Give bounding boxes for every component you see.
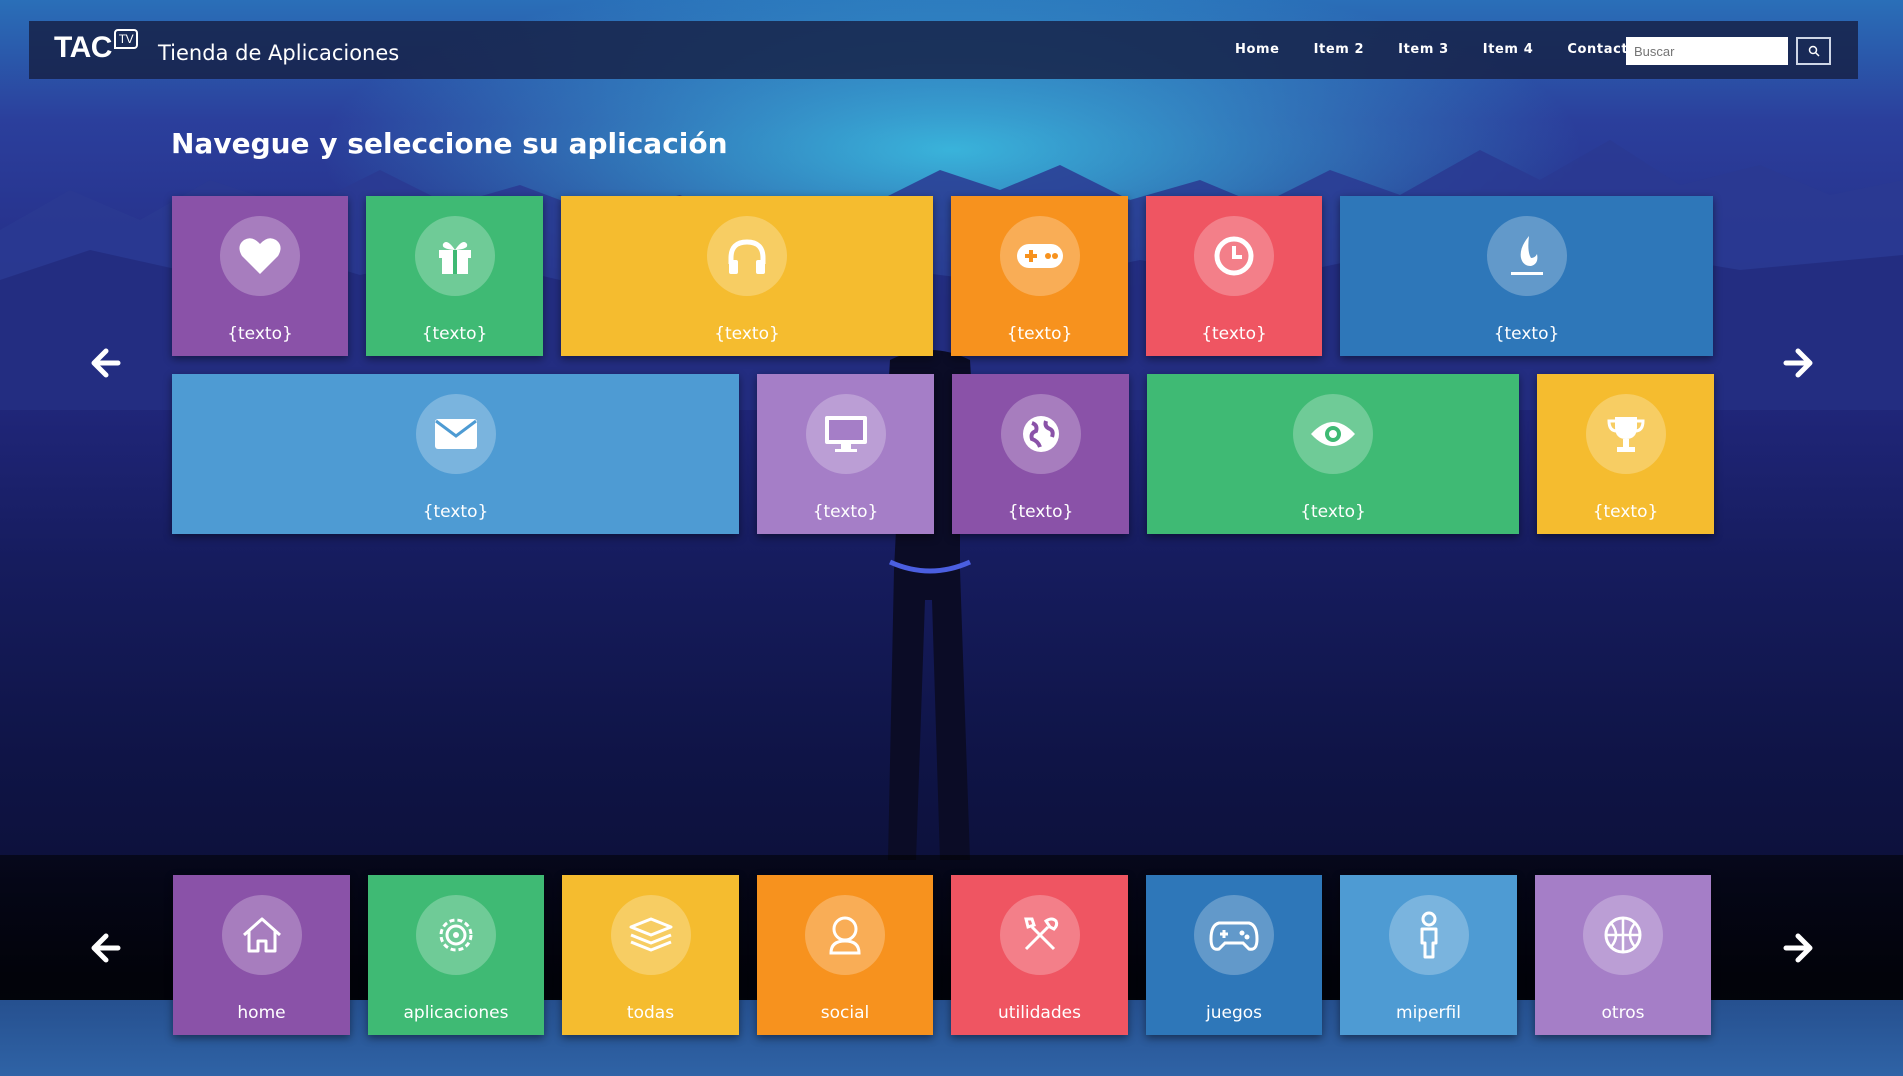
app-tile-9[interactable]: {texto} bbox=[952, 374, 1129, 534]
app-tile-label: {texto} bbox=[227, 324, 293, 344]
dock-item-utilidades[interactable]: utilidades bbox=[951, 875, 1128, 1035]
app-tile-1[interactable]: {texto} bbox=[172, 196, 348, 356]
main-nav: Home Item 2 Item 3 Item 4 Contacto bbox=[1218, 41, 1655, 59]
dock-item-label: aplicaciones bbox=[403, 1003, 509, 1023]
headphones-icon bbox=[728, 239, 766, 274]
fire-icon bbox=[1510, 236, 1543, 275]
app-tile-label: {texto} bbox=[1006, 324, 1073, 344]
nav-item-2[interactable]: Item 2 bbox=[1297, 41, 1382, 59]
settings-icon bbox=[439, 918, 473, 952]
app-tile-6[interactable]: {texto} bbox=[1340, 196, 1713, 356]
app-tile-4[interactable]: {texto} bbox=[951, 196, 1128, 356]
dock-item-juegos[interactable]: juegos bbox=[1146, 875, 1322, 1035]
dock-item-label: juegos bbox=[1205, 1003, 1262, 1023]
layers-icon bbox=[629, 917, 672, 952]
app-tile-label: {texto} bbox=[1201, 324, 1267, 344]
dock-item-label: home bbox=[237, 1003, 286, 1023]
search-button[interactable] bbox=[1796, 37, 1831, 65]
user-icon bbox=[829, 916, 861, 955]
dock-item-otros[interactable]: otros bbox=[1535, 875, 1711, 1035]
gamepad-icon bbox=[1209, 921, 1259, 951]
dock-item-label: utilidades bbox=[998, 1003, 1081, 1023]
house-icon bbox=[242, 917, 281, 953]
clock-icon bbox=[1214, 236, 1254, 276]
dock-item-aplicaciones[interactable]: aplicaciones bbox=[368, 875, 544, 1035]
globe-icon bbox=[1022, 416, 1059, 452]
heart-icon bbox=[239, 238, 281, 274]
page-heading: Navegue y seleccione su aplicación bbox=[171, 127, 728, 160]
dock-item-label: miperfil bbox=[1396, 1003, 1461, 1023]
tiles-prev-arrow[interactable] bbox=[88, 345, 124, 381]
person-icon bbox=[1420, 911, 1437, 959]
app-tile-7[interactable]: {texto} bbox=[172, 374, 739, 534]
app-title: Tienda de Aplicaciones bbox=[158, 41, 400, 65]
dock-item-home[interactable]: home bbox=[173, 875, 350, 1035]
arrow-left-icon bbox=[91, 348, 121, 378]
logo-text: TAC bbox=[54, 31, 112, 64]
gamepad-icon bbox=[1016, 244, 1063, 268]
app-tile-label: {texto} bbox=[421, 324, 488, 344]
app-tile-label: {texto} bbox=[1300, 502, 1366, 522]
dock-item-label: social bbox=[820, 1003, 870, 1023]
dock-next-arrow[interactable] bbox=[1780, 930, 1816, 966]
arrow-right-icon bbox=[1783, 348, 1813, 378]
app-tile-label: {texto} bbox=[1592, 502, 1659, 522]
app-tile-label: {texto} bbox=[812, 502, 879, 522]
app-tile-5[interactable]: {texto} bbox=[1146, 196, 1322, 356]
search-input[interactable] bbox=[1626, 37, 1788, 65]
arrow-right-icon bbox=[1783, 933, 1813, 963]
trophy-icon bbox=[1606, 417, 1645, 452]
dock-item-label: otros bbox=[1601, 1003, 1645, 1023]
dock-prev-arrow[interactable] bbox=[88, 930, 124, 966]
tiles-next-arrow[interactable] bbox=[1780, 345, 1816, 381]
dock-item-social[interactable]: social bbox=[757, 875, 933, 1035]
app-tile-2[interactable]: {texto} bbox=[366, 196, 543, 356]
dock-item-miperfil[interactable]: miperfil bbox=[1340, 875, 1517, 1035]
logo-badge: TV bbox=[113, 29, 138, 49]
nav-item-4[interactable]: Item 4 bbox=[1466, 41, 1551, 59]
tools-icon bbox=[1023, 917, 1058, 951]
search-icon bbox=[1808, 45, 1820, 57]
app-tile-10[interactable]: {texto} bbox=[1147, 374, 1519, 534]
eye-icon bbox=[1311, 422, 1355, 446]
nav-home[interactable]: Home bbox=[1218, 41, 1297, 59]
logo[interactable]: TAC TV bbox=[54, 29, 138, 65]
top-navbar: TAC TV Tienda de Aplicaciones Home Item … bbox=[29, 21, 1858, 79]
app-tile-label: {texto} bbox=[422, 502, 489, 522]
gift-icon bbox=[438, 242, 471, 274]
app-tile-label: {texto} bbox=[1493, 324, 1560, 344]
dock-item-label: todas bbox=[626, 1003, 675, 1023]
app-tile-11[interactable]: {texto} bbox=[1537, 374, 1714, 534]
nav-item-3[interactable]: Item 3 bbox=[1381, 41, 1466, 59]
envelope-icon bbox=[434, 419, 477, 449]
basketball-icon bbox=[1604, 916, 1642, 954]
monitor-icon bbox=[824, 416, 867, 452]
app-tile-8[interactable]: {texto} bbox=[757, 374, 934, 534]
arrow-left-icon bbox=[91, 933, 121, 963]
app-tile-label: {texto} bbox=[1007, 502, 1074, 522]
app-tile-3[interactable]: {texto} bbox=[561, 196, 933, 356]
app-tile-label: {texto} bbox=[714, 324, 780, 344]
dock-item-todas[interactable]: todas bbox=[562, 875, 739, 1035]
